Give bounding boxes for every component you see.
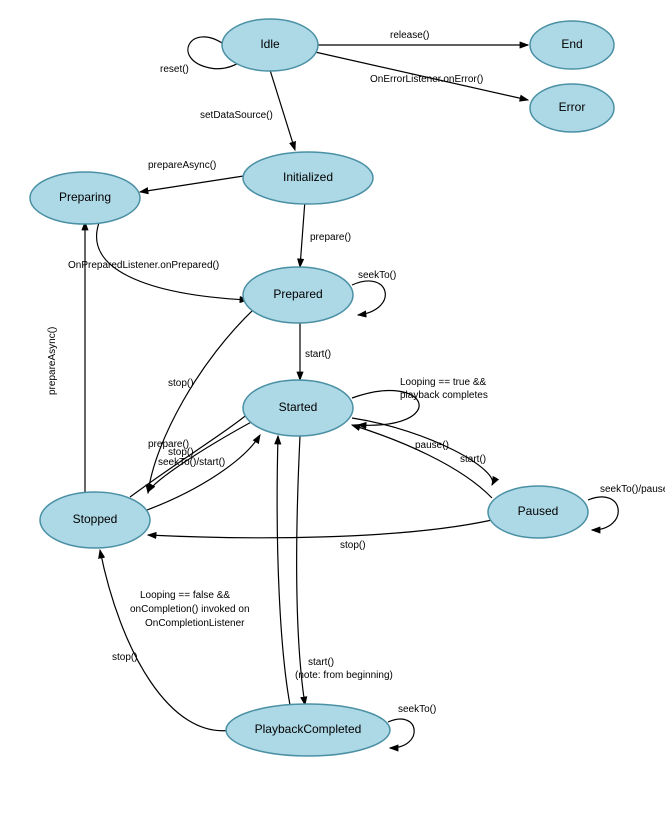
seektostart-stopped-label: seekTo()/start() <box>158 457 225 468</box>
pause-label: pause() <box>415 440 449 451</box>
looping-false-label2: onCompletion() invoked on <box>130 604 250 615</box>
seekto-prepared-label: seekTo() <box>358 270 396 281</box>
looping-false-arrow <box>297 436 305 705</box>
stop-started-arrow <box>148 420 255 492</box>
stop-playback-label: stop() <box>112 652 138 663</box>
start-paused-label: start() <box>460 454 486 465</box>
stop-paused-label: stop() <box>340 540 366 551</box>
looping-true-label2: playback completes <box>400 390 488 401</box>
prepare1-label: prepare() <box>310 232 351 243</box>
prepare-stopped-label: prepare() <box>148 439 189 450</box>
idle-label: Idle <box>260 37 280 51</box>
seekto-playback-arrow <box>388 719 414 748</box>
prepared-label: Prepared <box>273 287 322 301</box>
looping-true-label1: Looping == true && <box>400 377 487 388</box>
preparing-label: Preparing <box>59 190 111 204</box>
seekto-playback-label: seekTo() <box>398 704 436 715</box>
playbackcompleted-label: PlaybackCompleted <box>255 722 362 736</box>
initialized-label: Initialized <box>283 170 333 184</box>
start-playback-label2: (note: from beginning) <box>295 670 393 681</box>
stopped-label: Stopped <box>73 512 118 526</box>
started-label: Started <box>279 400 318 414</box>
looping-false-label3: OnCompletionListener <box>145 618 245 629</box>
seekto-pause-label: seekTo()/pause() <box>600 484 665 495</box>
state-diagram: reset() release() OnErrorListener.onErro… <box>0 0 665 813</box>
prepareasync1-arrow <box>140 175 250 192</box>
reset-label: reset() <box>160 64 189 75</box>
setdatasource-label: setDataSource() <box>200 110 273 121</box>
stop-prepared-label: stop() <box>168 378 194 389</box>
start-playback-label1: start() <box>308 657 334 668</box>
error-label: Error <box>559 100 586 114</box>
end-label: End <box>561 37 582 51</box>
prepareasync1-label: prepareAsync() <box>148 160 216 171</box>
seekto-prepared-arrow <box>352 281 385 315</box>
seekto-pause-arrow <box>588 497 618 530</box>
start-playback-arrow <box>277 436 290 705</box>
release-label: release() <box>390 30 429 41</box>
paused-label: Paused <box>518 504 559 518</box>
stop-paused-arrow <box>148 520 492 538</box>
prepare1-arrow <box>300 200 305 267</box>
onprepared-label: OnPreparedListener.onPrepared() <box>68 260 219 271</box>
onerror-label: OnErrorListener.onError() <box>370 74 483 85</box>
stop-playback-arrow <box>100 550 232 731</box>
setdatasource-arrow <box>270 70 295 150</box>
start-prepared-label: start() <box>305 349 331 360</box>
looping-false-label1: Looping == false && <box>140 590 230 601</box>
prepareasync-stopped-label: prepareAsync() <box>47 327 58 395</box>
